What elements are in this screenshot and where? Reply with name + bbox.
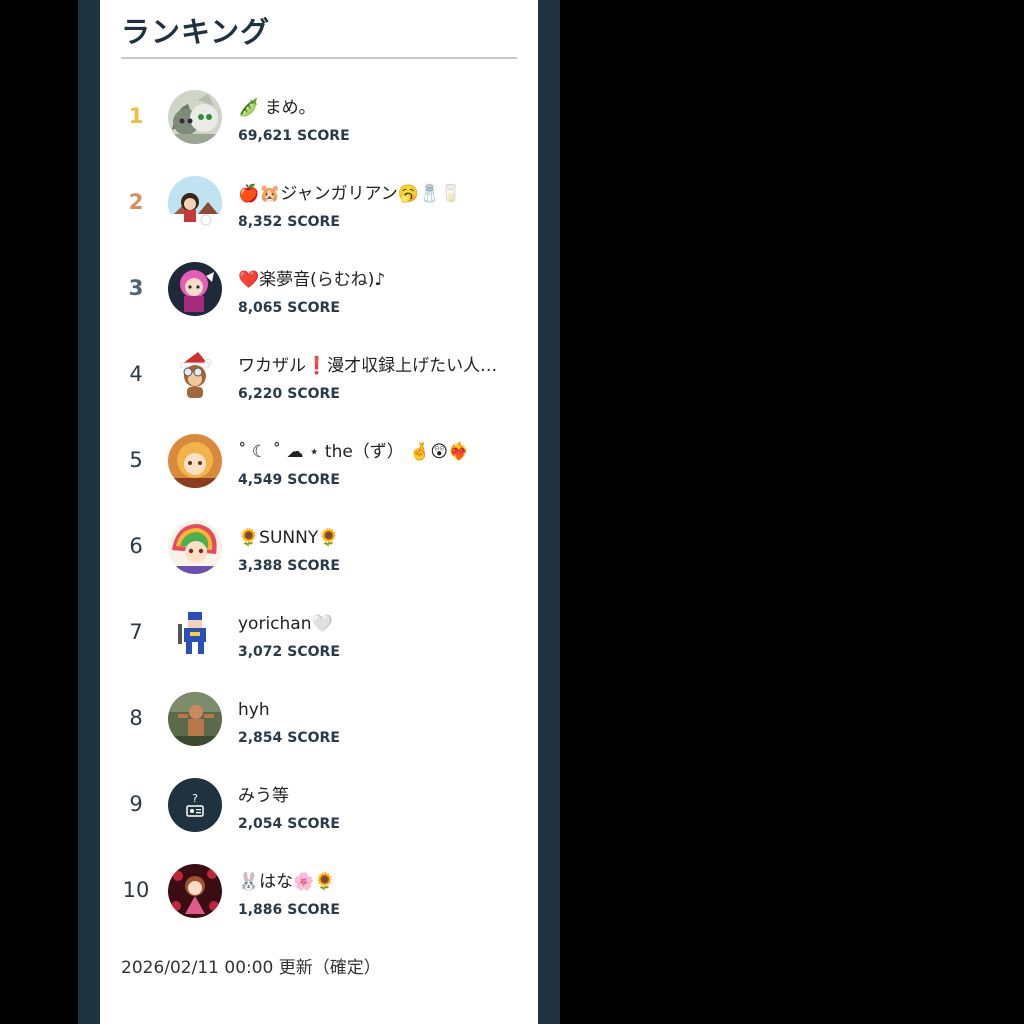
radio-placeholder-avatar-icon[interactable]: ? — [168, 778, 222, 832]
user-score: 2,854 SCORE — [238, 728, 340, 748]
user-name[interactable]: 🐰はな🌸🌻 — [238, 870, 523, 894]
score-unit-label: SCORE — [297, 128, 350, 144]
score-value: 3,072 — [238, 644, 283, 660]
user-score: 6,220 SCORE — [238, 384, 340, 404]
user-name[interactable]: yorichan🤍 — [238, 612, 523, 636]
score-unit-label: SCORE — [287, 472, 340, 488]
user-score: 4,549 SCORE — [238, 470, 340, 490]
user-score: 2,054 SCORE — [238, 814, 340, 834]
user-name[interactable]: みう等 — [238, 784, 523, 808]
photo-person-avatar-icon[interactable] — [168, 692, 222, 746]
ranking-row-8[interactable]: 8 hyh 2,854 SCORE — [100, 678, 538, 758]
score-unit-label: SCORE — [287, 730, 340, 746]
update-timestamp: 2026/02/11 00:00 更新（確定） — [121, 958, 381, 978]
user-name[interactable]: ❤️楽夢音(らむね)♪ — [238, 268, 523, 292]
rank-number: 2 — [128, 190, 144, 214]
score-unit-label: SCORE — [287, 902, 340, 918]
heading-divider — [121, 57, 517, 59]
user-score: 3,388 SCORE — [238, 556, 340, 576]
score-value: 69,621 — [238, 128, 293, 144]
pixel-character-avatar-icon[interactable] — [168, 606, 222, 660]
score-unit-label: SCORE — [287, 214, 340, 230]
svg-text:?: ? — [192, 792, 198, 805]
ranking-row-3[interactable]: 3 ❤️楽夢音(らむね)♪ 8,065 SCORE — [100, 248, 538, 328]
score-value: 2,854 — [238, 730, 283, 746]
rank-number: 8 — [129, 706, 143, 730]
rank-number: 3 — [128, 276, 144, 300]
user-name[interactable]: ˚ ☾ ˚ ☁︎ ⋆ the（ず） 🤞😲❤️‍🔥 — [238, 440, 523, 464]
right-frame-border — [538, 0, 560, 1024]
blonde-girl-avatar-icon[interactable] — [168, 434, 222, 488]
rank-number: 6 — [129, 534, 143, 558]
user-name[interactable]: hyh — [238, 698, 523, 722]
rank-number: 5 — [129, 448, 143, 472]
rank-number: 9 — [129, 792, 143, 816]
score-unit-label: SCORE — [287, 816, 340, 832]
user-score: 69,621 SCORE — [238, 126, 350, 146]
user-score: 8,352 SCORE — [238, 212, 340, 232]
rank-number: 7 — [129, 620, 143, 644]
cat-avatar-icon[interactable] — [168, 90, 222, 144]
user-name[interactable]: ワカザル❗️漫才収録上げたい人… — [238, 354, 523, 378]
score-unit-label: SCORE — [287, 644, 340, 660]
user-score: 8,065 SCORE — [238, 298, 340, 318]
ranking-row-7[interactable]: 7 yorichan🤍 3,072 SCORE — [100, 592, 538, 672]
rank-number: 10 — [122, 878, 150, 902]
ranking-row-1[interactable]: 1 🫛 まめ。 69,621 SCORE — [100, 76, 538, 156]
user-name[interactable]: 🍎🐹ジャンガリアン🥱🧂🥛 — [238, 182, 523, 206]
rainbow-hair-avatar-icon[interactable] — [168, 520, 222, 574]
score-value: 8,352 — [238, 214, 283, 230]
score-value: 2,054 — [238, 816, 283, 832]
user-name[interactable]: 🌻SUNNY🌻 — [238, 526, 523, 550]
ranking-row-4[interactable]: 4 ワカザル❗️漫才収録上げたい人… 6,220 SCORE — [100, 334, 538, 414]
ranking-row-6[interactable]: 6 🌻SUNNY🌻 3,388 SCORE — [100, 506, 538, 586]
score-value: 3,388 — [238, 558, 283, 574]
rank-number: 4 — [129, 362, 143, 386]
ranking-row-10[interactable]: 10 🐰はな🌸🌻 1,886 SCORE — [100, 850, 538, 930]
ranking-heading: ランキング — [121, 15, 271, 49]
ranking-panel: ランキング 1 🫛 まめ。 69,621 SCORE 2 🍎🐹ジャンガリアン🥱🧂… — [100, 0, 538, 1024]
score-value: 4,549 — [238, 472, 283, 488]
rank-number: 1 — [128, 104, 144, 128]
ranking-row-2[interactable]: 2 🍎🐹ジャンガリアン🥱🧂🥛 8,352 SCORE — [100, 162, 538, 242]
ranking-row-9[interactable]: 9 ? みう等 2,054 SCORE — [100, 764, 538, 844]
pink-hair-avatar-icon[interactable] — [168, 262, 222, 316]
score-value: 1,886 — [238, 902, 283, 918]
girl-winter-avatar-icon[interactable] — [168, 176, 222, 230]
score-unit-label: SCORE — [287, 386, 340, 402]
user-score: 3,072 SCORE — [238, 642, 340, 662]
monkey-santa-avatar-icon[interactable] — [168, 348, 222, 402]
left-frame-border — [78, 0, 100, 1024]
flower-girl-avatar-icon[interactable] — [168, 864, 222, 918]
score-value: 8,065 — [238, 300, 283, 316]
score-unit-label: SCORE — [287, 558, 340, 574]
ranking-row-5[interactable]: 5 ˚ ☾ ˚ ☁︎ ⋆ the（ず） 🤞😲❤️‍🔥 4,549 SCORE — [100, 420, 538, 500]
user-score: 1,886 SCORE — [238, 900, 340, 920]
score-value: 6,220 — [238, 386, 283, 402]
user-name[interactable]: 🫛 まめ。 — [238, 96, 523, 120]
score-unit-label: SCORE — [287, 300, 340, 316]
